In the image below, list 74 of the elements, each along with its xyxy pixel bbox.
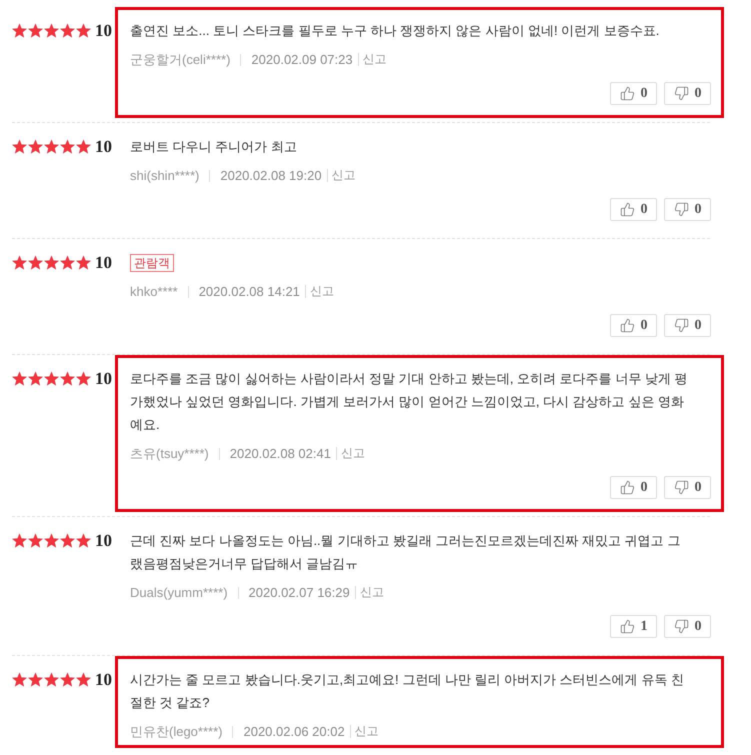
star-icon [76, 139, 91, 154]
review-date: 2020.02.09 07:23 [251, 52, 353, 67]
star-icon [60, 672, 75, 687]
star-icon [12, 255, 27, 270]
star-icon [76, 371, 91, 386]
star-icon [28, 371, 43, 386]
star-icon [12, 139, 27, 154]
star-icon [12, 672, 27, 687]
star-icon [12, 371, 27, 386]
thumbs-down-icon [674, 619, 688, 634]
star-icon [44, 672, 59, 687]
thumbs-down-icon [674, 202, 688, 217]
star-icon [76, 23, 91, 38]
star-icon [44, 533, 59, 548]
star-icon [60, 371, 75, 386]
star-icon [44, 139, 59, 154]
like-button[interactable]: 0 [610, 198, 657, 221]
star-icon [28, 23, 43, 38]
star-icon [44, 255, 59, 270]
star-icon [44, 371, 59, 386]
author-name: khko**** [130, 284, 178, 299]
review-date: 2020.02.07 16:29 [248, 585, 350, 600]
thumbs-up-icon [620, 619, 634, 634]
thumbs-up-icon [620, 318, 634, 333]
dislike-button[interactable]: 0 [664, 476, 711, 499]
star-icon [28, 672, 43, 687]
score: 10 [95, 368, 112, 388]
review-text: 시간가는 줄 모르고 봤습니다.웃기고,최고예요! 그런데 나만 릴리 아버지가 스터빈스에게 유독 친절한 것 같죠? [130, 671, 685, 712]
dislike-button[interactable]: 0 [664, 198, 711, 221]
like-button[interactable]: 1 [610, 615, 657, 638]
review-text: 근데 진짜 보다 나올정도는 아님..뭘 기대하고 봤길래 그러는진모르겠는데진짜 재밌고 귀엽고 그랬음평점낮은거너무 답답해서 글남김ㅠ [130, 532, 682, 573]
star-icon [12, 23, 27, 38]
score: 10 [95, 20, 112, 40]
review-text: 로버트 다우니 주니어가 최고 [130, 138, 298, 156]
star-icon [60, 23, 75, 38]
thumbs-up-icon [620, 202, 634, 217]
viewer-badge: 관람객 [130, 254, 174, 272]
star-icon [60, 255, 75, 270]
score: 10 [95, 530, 112, 550]
review-date: 2020.02.08 02:41 [230, 446, 331, 461]
score: 10 [95, 136, 112, 156]
star-icon [76, 255, 91, 270]
star-icon [76, 533, 91, 548]
score: 10 [95, 670, 112, 690]
thumbs-down-icon [674, 480, 688, 495]
star-icon [44, 23, 59, 38]
star-icon [28, 255, 43, 270]
author-name: 군웅할거(celi****) [130, 50, 230, 68]
thumbs-down-icon [674, 318, 688, 333]
thumbs-up-icon [620, 86, 634, 101]
like-button[interactable]: 0 [610, 476, 657, 499]
review-date: 2020.02.08 14:21 [198, 284, 300, 299]
star-icon [28, 533, 43, 548]
dislike-button[interactable]: 0 [664, 314, 711, 337]
review-date: 2020.02.08 19:20 [220, 168, 322, 183]
author-name: shi(shin****) [130, 168, 200, 183]
star-icon [60, 533, 75, 548]
star-icon [60, 139, 75, 154]
score: 10 [95, 252, 112, 272]
like-button[interactable]: 0 [610, 314, 657, 337]
thumbs-up-icon [620, 480, 634, 495]
dislike-button[interactable]: 0 [664, 82, 711, 105]
like-button[interactable]: 0 [610, 82, 657, 105]
author-name: 츠유(tsuy****) [130, 444, 209, 462]
dislike-button[interactable]: 0 [664, 615, 711, 638]
author-name: 민유찬(lego****) [130, 722, 222, 740]
review-text: 로다주를 조금 많이 싫어하는 사람이라서 정말 기대 안하고 봤는데, 오히려 로다주를 너무 낮게 평가했었나 싶었던 영화입니다. 가볍게 보러가서 많이 얻어간 느낌이었고, 다시 감상하고 싶은 영화예요. [130, 370, 689, 434]
review-date: 2020.02.06 20:02 [243, 724, 345, 739]
thumbs-down-icon [674, 86, 688, 101]
review-text: 출연진 보소... 토니 스타크를 필두로 누구 하나 쟁쟁하지 않은 사람이 없네! 이런게 보증수표. [130, 22, 660, 40]
star-icon [12, 533, 27, 548]
star-icon [76, 672, 91, 687]
star-icon [28, 139, 43, 154]
author-name: Duals(yumm****) [130, 585, 228, 600]
